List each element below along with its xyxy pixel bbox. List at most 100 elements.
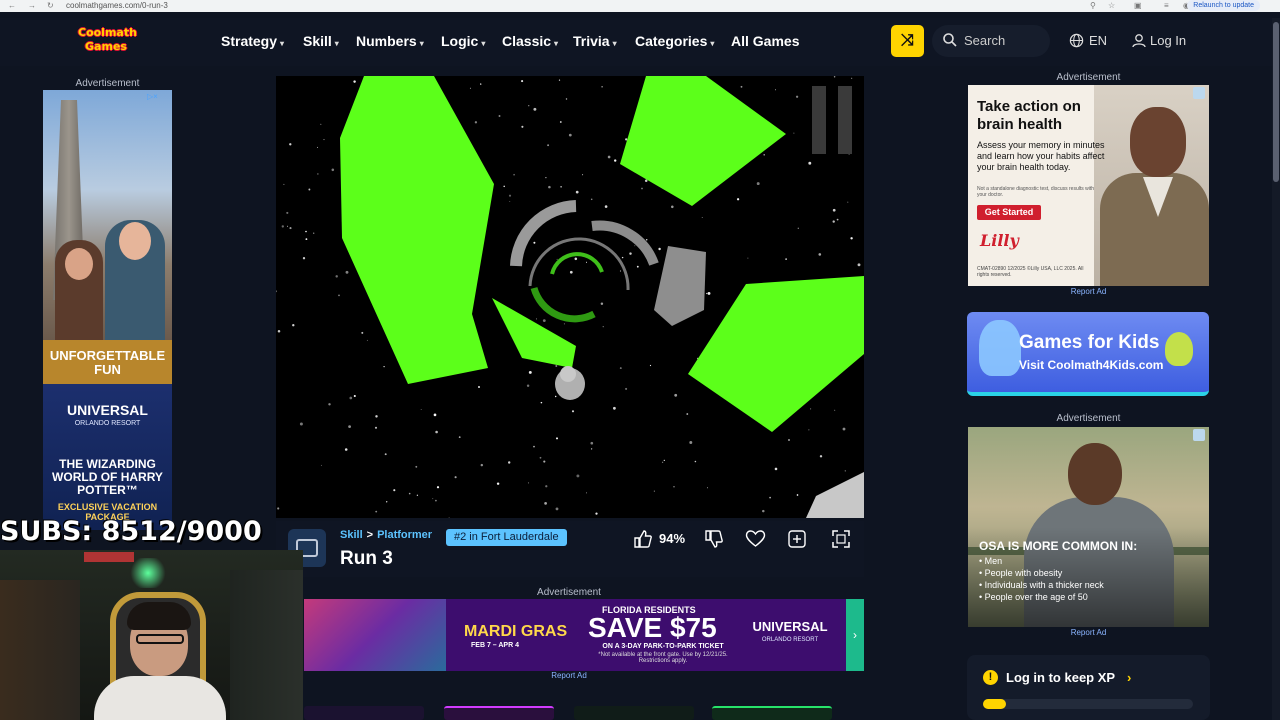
star — [277, 330, 281, 333]
nav-trivia[interactable]: Trivia ▾ — [573, 33, 617, 49]
star — [305, 238, 308, 241]
report-ad-link[interactable]: Report Ad — [968, 628, 1209, 637]
game-card[interactable] — [574, 706, 694, 720]
star — [706, 292, 708, 295]
star — [671, 205, 674, 209]
nav-strategy[interactable]: Strategy ▾ — [221, 33, 284, 49]
left-advertisement[interactable]: ▷× UNFORGETTABLE FUN UNIVERSAL ORLANDO R… — [43, 90, 172, 530]
address-bar[interactable]: coolmathgames.com/0-run-3 — [66, 1, 168, 10]
search-input[interactable]: Search — [932, 25, 1050, 57]
ad-list-item: • People over the age of 50 — [979, 592, 1088, 602]
star — [565, 98, 568, 100]
nav-logic[interactable]: Logic ▾ — [441, 33, 485, 49]
star — [568, 133, 572, 137]
nav-all-games[interactable]: All Games — [731, 33, 799, 49]
report-ad-link[interactable]: Report Ad — [968, 287, 1209, 296]
star — [636, 265, 639, 268]
adchoices-icon[interactable]: ▷× — [147, 92, 158, 101]
tunnel-tile — [806, 472, 864, 518]
pause-icon — [812, 86, 826, 154]
star — [539, 456, 542, 459]
nav-classic[interactable]: Classic ▾ — [502, 33, 558, 49]
nav-numbers[interactable]: Numbers ▾ — [356, 33, 424, 49]
game-card[interactable] — [712, 706, 832, 720]
star — [289, 227, 292, 230]
pause-button[interactable] — [812, 86, 856, 154]
star — [323, 139, 325, 141]
adchoices-icon[interactable] — [1193, 87, 1205, 99]
extensions-icon[interactable]: ▣ — [1134, 1, 1142, 10]
fullscreen-icon[interactable] — [831, 529, 851, 549]
star — [634, 245, 636, 247]
scrollbar-thumb[interactable] — [1273, 22, 1279, 182]
chevron-down-icon: ▾ — [419, 39, 424, 48]
right-advertisement-1[interactable]: Take action on brain health Assess your … — [968, 85, 1209, 286]
star — [649, 364, 652, 367]
page-scrollbar[interactable] — [1272, 18, 1280, 720]
star — [416, 494, 419, 496]
zoom-icon[interactable]: ⚲ — [1090, 1, 1096, 10]
runner-alien-head — [560, 366, 576, 382]
star — [590, 448, 593, 450]
relaunch-button[interactable]: Relaunch to update — [1187, 0, 1260, 11]
star — [694, 460, 697, 463]
center-advertisement[interactable]: MARDI GRAS FEB 7 – APR 4 FLORIDA RESIDEN… — [304, 599, 864, 671]
star — [810, 408, 812, 410]
ad-list-item-text: Men — [984, 556, 1003, 566]
heart-icon[interactable] — [745, 529, 766, 549]
adchoices-icon[interactable] — [1193, 429, 1205, 441]
back-icon[interactable]: ← — [8, 1, 16, 10]
star — [328, 403, 331, 406]
warning-icon: ! — [983, 670, 998, 685]
star — [302, 257, 306, 260]
random-game-button[interactable]: ⤨ — [891, 25, 924, 57]
rank-badge[interactable]: #2 in Fort Lauderdale — [446, 529, 567, 546]
add-to-playlist-icon[interactable] — [787, 529, 807, 549]
site-logo[interactable]: Coolmath Games — [78, 24, 137, 60]
star — [601, 85, 603, 88]
thumbs-up-icon[interactable] — [633, 529, 653, 549]
game-canvas[interactable] — [276, 76, 864, 518]
menu-list-icon[interactable]: ≡ — [1164, 1, 1169, 10]
star — [320, 123, 322, 125]
bookmark-star-icon[interactable]: ☆ — [1108, 1, 1115, 10]
chevron-right-icon[interactable]: › — [846, 599, 864, 671]
games-for-kids-banner[interactable]: Games for Kids Visit Coolmath4Kids.com — [967, 312, 1209, 396]
xp-login-card[interactable]: ! Log in to keep XP › — [967, 655, 1210, 720]
right-advertisement-2[interactable]: OSA IS MORE COMMON IN: • Men • People wi… — [968, 427, 1209, 627]
thumbs-down-icon[interactable] — [704, 529, 724, 549]
star — [320, 464, 322, 466]
breadcrumb-subcategory[interactable]: Platformer — [377, 529, 432, 541]
reload-icon[interactable]: ↻ — [47, 1, 54, 10]
star — [560, 185, 562, 188]
ad-headline: OSA IS MORE COMMON IN: — [979, 539, 1138, 553]
get-started-button[interactable]: Get Started — [977, 205, 1041, 220]
star — [393, 489, 396, 492]
star — [281, 225, 284, 228]
star — [797, 227, 799, 229]
related-games-row — [304, 706, 864, 720]
nav-categories[interactable]: Categories ▾ — [635, 33, 714, 49]
browser-toolbar: ← → ↻ coolmathgames.com/0-run-3 ⚲ ☆ ▣ ≡ … — [0, 0, 1280, 12]
forward-icon[interactable]: → — [28, 1, 36, 10]
star — [526, 384, 530, 388]
report-ad-link[interactable]: Report Ad — [304, 671, 834, 680]
ad-title: THE WIZARDING WORLD OF HARRY POTTER™ — [52, 457, 163, 497]
star — [528, 105, 530, 107]
breadcrumb-category[interactable]: Skill — [340, 529, 363, 541]
game-card[interactable] — [444, 706, 554, 720]
star — [848, 153, 850, 156]
star — [308, 188, 311, 191]
tunnel-tile — [688, 276, 864, 432]
game-card[interactable] — [304, 706, 424, 720]
ad-brand-logo: Lilly — [980, 231, 1019, 250]
star — [844, 470, 846, 472]
nav-skill[interactable]: Skill ▾ — [303, 33, 339, 49]
star — [674, 393, 678, 397]
star — [834, 409, 836, 411]
nav-label: Classic — [502, 33, 552, 49]
streamer-hair-image — [127, 602, 191, 630]
tunnel-ring — [550, 252, 604, 275]
streamer-glasses-image — [136, 634, 184, 644]
star — [788, 439, 790, 441]
